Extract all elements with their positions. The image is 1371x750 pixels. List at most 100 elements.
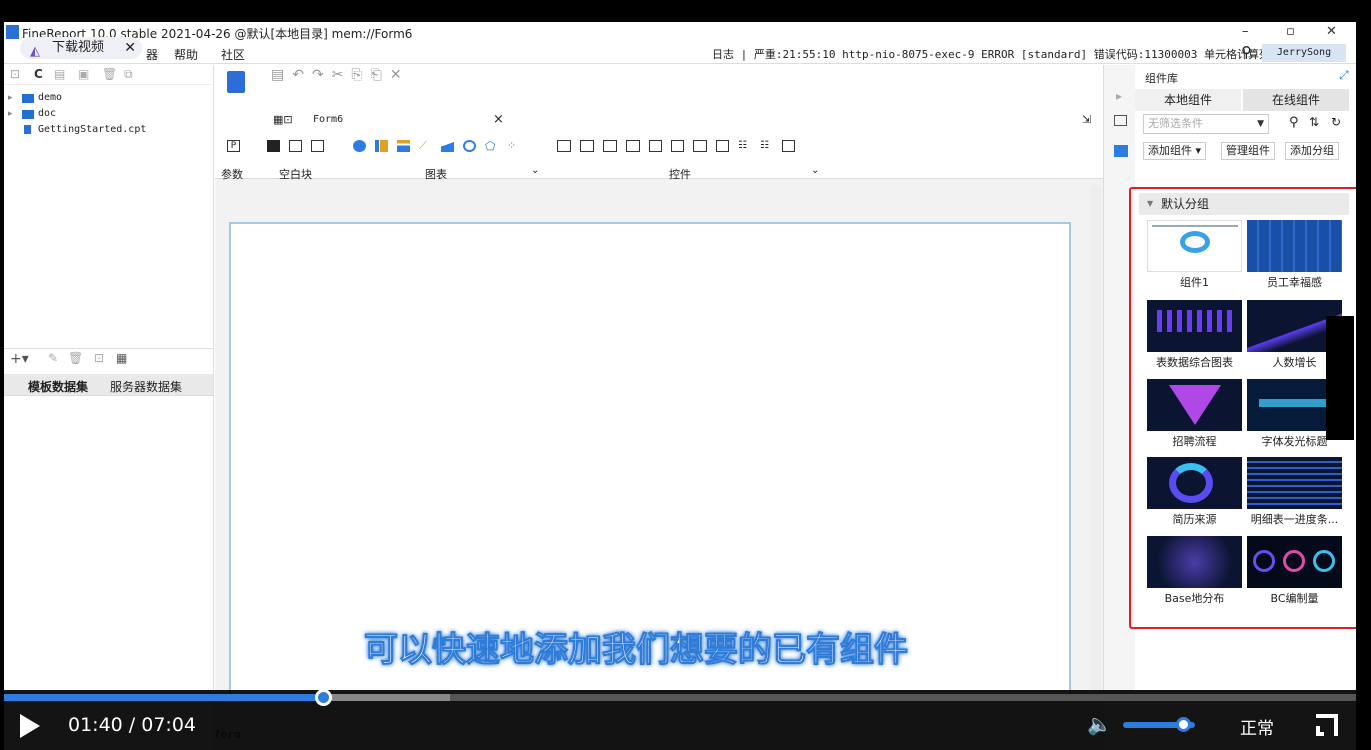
tab-form6[interactable]: ▦⊡ Form6 × <box>271 110 509 130</box>
radar-icon[interactable]: ⬠ <box>485 140 498 152</box>
text-widget-icon[interactable] <box>580 140 594 152</box>
collapse-icon[interactable]: ▼ <box>1147 193 1153 215</box>
edit-icon[interactable]: ▤ <box>54 67 65 81</box>
close-icon[interactable]: ✕ <box>124 37 136 59</box>
pie-chart-icon[interactable] <box>353 140 366 152</box>
horizontal-bar-icon[interactable] <box>397 140 410 152</box>
search-icon[interactable]: ⚲ <box>1241 43 1252 61</box>
progress-bar[interactable] <box>4 689 1356 706</box>
component-card[interactable]: 表数据综合图表 <box>1147 300 1242 372</box>
preview-dataset-icon[interactable]: ⊡ <box>94 351 104 365</box>
component-thumbnail <box>1147 536 1242 588</box>
component-name: 招聘流程 <box>1172 435 1217 448</box>
volume-icon[interactable]: 🔈 <box>1087 712 1112 736</box>
component-card[interactable]: BC编制量 <box>1247 536 1342 608</box>
tree-item-doc[interactable]: ▸ doc <box>4 106 213 122</box>
component-card[interactable]: 简历来源 <box>1147 457 1242 529</box>
add-dataset-icon[interactable]: +▾ <box>10 351 29 367</box>
tab-server-dataset[interactable]: 服务器数据集 <box>110 378 182 395</box>
expand-arrow-icon[interactable]: ▸ <box>1116 89 1122 103</box>
lock-icon[interactable]: ▣ <box>78 67 89 81</box>
menu-server[interactable]: 器 <box>146 46 158 63</box>
manage-components-button[interactable]: 管理组件 <box>1221 142 1275 160</box>
label-widget-icon[interactable] <box>557 140 571 152</box>
close-button[interactable]: ✕ <box>1326 24 1337 39</box>
download-video-pill[interactable]: ◭ 下载视频 ✕ <box>20 37 142 59</box>
component-card[interactable]: Base地分布 <box>1147 536 1242 608</box>
properties-icon[interactable] <box>1114 115 1127 126</box>
number-widget-icon[interactable] <box>693 140 707 152</box>
restore-button[interactable]: ▫ <box>1286 24 1295 39</box>
button-widget-icon[interactable] <box>603 140 617 152</box>
component-card[interactable]: 员工幸福感 <box>1247 220 1342 292</box>
calendar-widget-icon[interactable] <box>671 140 684 152</box>
vertical-scrollbar[interactable] <box>1091 185 1101 705</box>
playback-speed-button[interactable]: 正常 <box>1240 714 1274 739</box>
component-library-icon[interactable] <box>1114 145 1128 157</box>
edit-actions-icon[interactable]: ▤↶↷✂⎘⎗✕ <box>271 67 410 83</box>
group-header[interactable]: ▼ 默认分组 <box>1139 193 1349 215</box>
block-icon[interactable] <box>267 140 280 152</box>
user-button[interactable]: JerrySong <box>1262 44 1346 62</box>
tree-item-gettingstarted[interactable]: GettingStarted.cpt <box>4 122 213 138</box>
tab-online-components[interactable]: 在线组件 <box>1243 89 1349 111</box>
expand-icon[interactable]: ▸ <box>8 90 13 106</box>
copy-icon[interactable]: ⧉ <box>124 67 133 82</box>
tab-close-button[interactable]: × <box>493 112 504 127</box>
dataset-toolbar: +▾ ✎ 🗑 ⊡ ▦ <box>4 348 213 367</box>
component-name: BC编制量 <box>1270 592 1319 605</box>
area-chart-icon[interactable] <box>441 140 454 152</box>
component-card[interactable]: 组件1 <box>1147 220 1242 292</box>
new-template-icon[interactable]: ⊡ <box>10 67 20 81</box>
log-message[interactable]: 日志 | 严重:21:55:10 http-nio-8075-exec-9 ER… <box>712 46 1292 62</box>
file-icon <box>24 125 31 134</box>
bar-chart-icon[interactable] <box>375 140 388 152</box>
scatter-icon[interactable]: ⁘ <box>507 140 520 152</box>
checkbox-group-icon[interactable]: ☷ <box>738 140 751 152</box>
radio-group-icon[interactable]: ☷ <box>760 140 773 152</box>
menu-bar: 器 帮助 社区 日志 | 严重:21:55:10 http-nio-8075-e… <box>4 42 1356 64</box>
tree-widget-icon[interactable] <box>716 140 729 152</box>
chevron-down-icon[interactable]: ⌄ <box>811 165 819 176</box>
line-chart-icon[interactable]: ⟋ <box>419 140 432 152</box>
add-group-button[interactable]: 添加分组 <box>1285 142 1339 160</box>
minimize-button[interactable]: – <box>1242 24 1249 39</box>
pin-icon[interactable]: ⤢ <box>1339 68 1349 83</box>
progress-fill <box>4 694 324 701</box>
chevron-down-icon[interactable]: ⌄ <box>531 165 539 176</box>
grid-icon: ▦⊡ <box>273 113 293 126</box>
tab-local-components[interactable]: 本地组件 <box>1135 89 1241 111</box>
search-icon[interactable]: ⚲ <box>1289 115 1299 130</box>
progress-knob[interactable] <box>315 689 333 706</box>
sort-icon[interactable]: ⇅ <box>1309 115 1319 129</box>
delete-icon[interactable]: 🗑 <box>102 67 117 81</box>
group-name: 默认分组 <box>1161 197 1210 211</box>
volume-knob[interactable] <box>1176 717 1191 732</box>
filter-select[interactable]: 无筛选条件 ▼ <box>1143 114 1269 134</box>
refresh-icon[interactable]: ↻ <box>1331 115 1341 129</box>
combo-widget-icon[interactable] <box>626 140 640 152</box>
tree-item-label: GettingStarted.cpt <box>38 124 147 135</box>
component-card[interactable]: 招聘流程 <box>1147 379 1242 451</box>
tree-item-demo[interactable]: ▸ demo <box>4 90 213 106</box>
tab-template-dataset[interactable]: 模板数据集 <box>28 378 88 395</box>
menu-help[interactable]: 帮助 <box>174 46 198 63</box>
date-widget-icon[interactable] <box>649 140 662 152</box>
query-widget-icon[interactable] <box>782 140 795 152</box>
delete-dataset-icon[interactable]: 🗑 <box>68 351 83 365</box>
form-icon[interactable] <box>227 71 245 93</box>
dataset-settings-icon[interactable]: ▦ <box>116 351 127 365</box>
component-name: 组件1 <box>1180 276 1209 289</box>
tab-layout-icon[interactable] <box>311 140 324 152</box>
panel-toggle-icon[interactable]: ⇲ <box>1082 113 1091 126</box>
menu-community[interactable]: 社区 <box>221 46 245 63</box>
absolute-layout-icon[interactable] <box>289 140 302 152</box>
edit-dataset-icon[interactable]: ✎ <box>48 351 58 365</box>
expand-icon[interactable]: ▸ <box>8 106 13 122</box>
component-card[interactable]: 明细表一进度条... <box>1247 457 1342 529</box>
add-component-button[interactable]: 添加组件 ▾ <box>1143 142 1207 160</box>
refresh-icon[interactable]: C <box>34 67 43 81</box>
param-icon[interactable]: P <box>227 140 240 152</box>
play-icon[interactable] <box>20 714 40 738</box>
gauge-icon[interactable] <box>463 140 476 152</box>
